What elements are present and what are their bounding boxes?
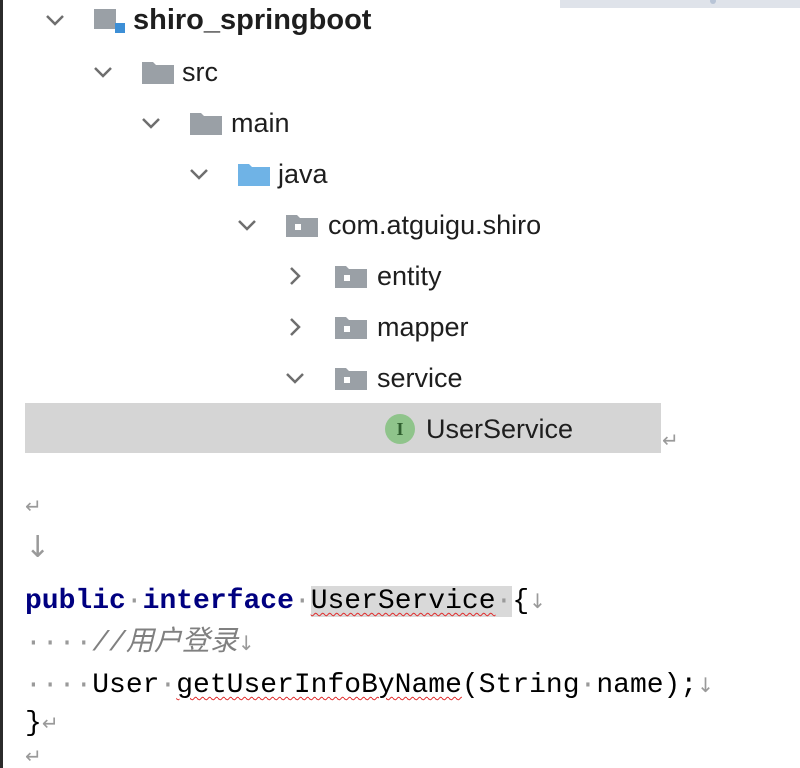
line-break-mark: ↓ [237, 631, 255, 655]
space-dot: · [159, 670, 177, 701]
chevron-down-icon[interactable] [189, 149, 209, 199]
chevron-down-icon[interactable] [45, 0, 65, 45]
module-folder-icon [93, 5, 127, 33]
package-icon [334, 314, 368, 340]
space-dot: · [579, 670, 597, 701]
interface-badge-letter: I [396, 418, 404, 439]
tree-item-java[interactable]: java [0, 149, 660, 199]
line-break-mark: ↓ [529, 589, 546, 613]
source-folder-icon [237, 161, 271, 187]
code-line-1: public·interface·UserService·{↓ [25, 581, 546, 622]
tree-item-mapper[interactable]: mapper [0, 302, 660, 352]
return-type: User [92, 670, 160, 701]
tree-label-java: java [278, 159, 328, 189]
tree-item-entity[interactable]: entity [0, 251, 660, 301]
package-icon [285, 212, 319, 238]
down-arrow-mark: ↓ [25, 530, 51, 565]
tree-label-main: main [231, 108, 290, 138]
chevron-down-icon[interactable] [285, 353, 305, 403]
comment-text: //用户登录 [92, 628, 238, 659]
space-dot: · [125, 586, 143, 617]
tree-item-main[interactable]: main [0, 98, 660, 148]
line-break-mark: ↓ [697, 673, 714, 697]
space-dot: · [495, 586, 513, 617]
interface-name[interactable]: UserService [310, 586, 496, 617]
interface-icon: I [385, 414, 415, 444]
open-brace: { [512, 586, 530, 617]
tree-label-mapper: mapper [377, 312, 469, 342]
code-line-4: }↵ [25, 703, 59, 744]
tree-label-userservice: UserService [426, 414, 574, 444]
chevron-right-icon[interactable] [285, 251, 305, 301]
folder-icon [141, 59, 175, 85]
tree-label-service: service [377, 363, 463, 393]
code-line-2: ····//用户登录↓ [25, 623, 255, 664]
chevron-down-icon[interactable] [93, 47, 113, 97]
paragraph-mark: ↵ [25, 744, 42, 768]
tree-item-root[interactable]: shiro_springboot [0, 0, 660, 45]
param-name: name); [596, 670, 698, 701]
paragraph-mark: ↵ [25, 494, 42, 518]
tree-item-userservice-content: I UserService [0, 404, 660, 454]
package-icon [334, 263, 368, 289]
method-name[interactable]: getUserInfoByName [176, 670, 462, 701]
folder-icon [189, 110, 223, 136]
tree-label-entity: entity [377, 261, 442, 291]
chevron-down-icon[interactable] [237, 200, 257, 250]
close-brace: } [25, 708, 42, 739]
keyword-public: public [25, 586, 126, 617]
tree-label-root: shiro_springboot [133, 4, 372, 36]
tree-label-src: src [182, 57, 218, 87]
chevron-right-icon[interactable] [285, 302, 305, 352]
tree-label-package: com.atguigu.shiro [328, 210, 542, 240]
tree-item-src[interactable]: src [0, 47, 660, 97]
title-strip-dot [710, 0, 716, 4]
tree-item-package[interactable]: com.atguigu.shiro [0, 200, 660, 250]
keyword-interface: interface [142, 586, 294, 617]
code-line-3: ····User·getUserInfoByName(String·name);… [25, 665, 714, 706]
param-type: (String [461, 670, 580, 701]
chevron-down-icon[interactable] [141, 98, 161, 148]
indent-dots: ···· [25, 628, 93, 659]
package-icon [334, 365, 368, 391]
paragraph-mark: ↵ [41, 711, 59, 735]
indent-dots: ···· [25, 670, 93, 701]
tree-item-service[interactable]: service [0, 353, 660, 403]
space-dot: · [293, 586, 311, 617]
paragraph-mark: ↵ [662, 428, 679, 452]
